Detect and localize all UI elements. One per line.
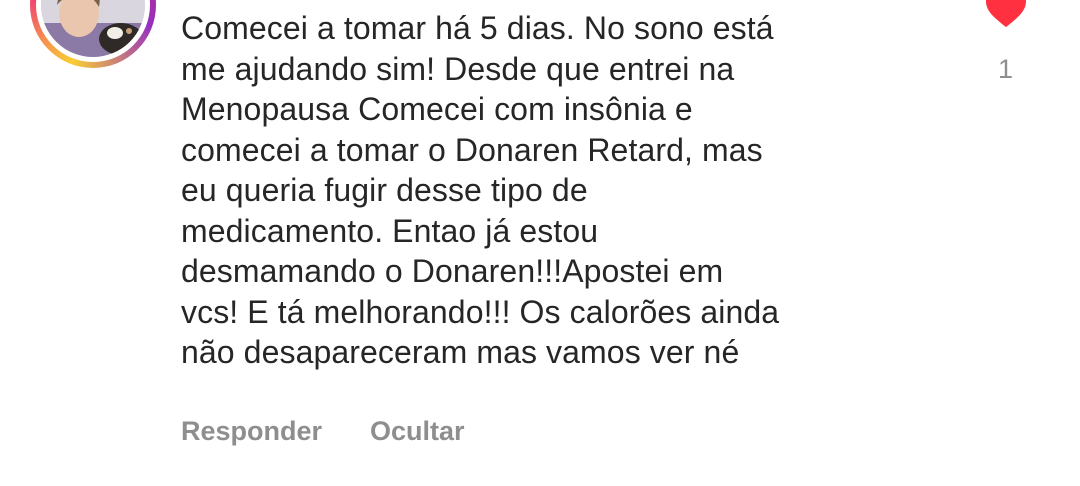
hide-button[interactable]: Ocultar bbox=[370, 416, 465, 447]
like-count: 1 bbox=[998, 54, 1014, 84]
reply-button[interactable]: Responder bbox=[181, 416, 322, 447]
comment-line: vcs! E tá melhorando!!! Os calorões aind… bbox=[181, 293, 780, 330]
comment-text: Comecei a tomar há 5 dias. No sono está … bbox=[181, 8, 941, 373]
comment-actions: Responder Ocultar bbox=[181, 416, 465, 447]
comment-line: Menopausa Comecei com insônia e bbox=[181, 91, 693, 127]
avatar-photo bbox=[41, 0, 145, 57]
comment-line: Comecei a tomar há 5 dias. No sono está bbox=[181, 10, 774, 46]
comment-line: eu queria fugir desse tipo de bbox=[181, 172, 588, 208]
comment-line: desmamando o Donaren!!!Apostei em bbox=[181, 253, 724, 289]
comment-line: comecei a tomar o Donaren Retard, mas bbox=[181, 131, 763, 168]
like-control: 1 bbox=[980, 0, 1030, 88]
heart-icon[interactable] bbox=[984, 0, 1028, 28]
avatar[interactable] bbox=[41, 0, 145, 57]
comment-line: me ajudando sim! Desde que entrei na bbox=[181, 50, 735, 87]
comment-line: medicamento. Entao já estou bbox=[181, 212, 599, 249]
story-ring[interactable] bbox=[30, 0, 156, 68]
avatar-border bbox=[36, 0, 150, 62]
comment-line: não desapareceram mas vamos ver né bbox=[181, 334, 740, 370]
